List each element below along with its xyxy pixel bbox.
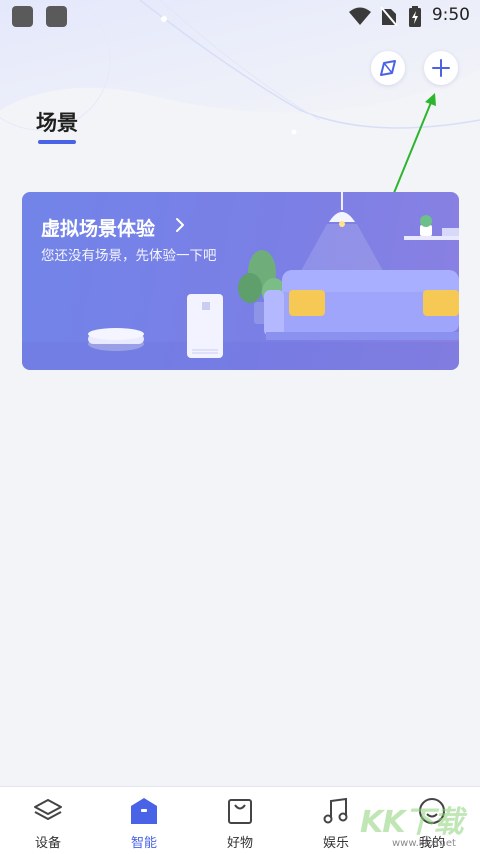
notification-icon <box>46 6 67 27</box>
smart-home-icon <box>131 798 157 824</box>
chevron-right-icon <box>176 218 184 232</box>
wifi-icon <box>349 7 371 25</box>
shopping-bag-icon <box>228 799 252 824</box>
nav-label: 智能 <box>130 836 157 851</box>
watermark-url: www.kkx.net <box>392 838 456 849</box>
add-scene-button[interactable] <box>424 51 458 85</box>
status-bar: 9:50 <box>0 0 480 34</box>
banner-subtitle: 您还没有场景，先体验一下吧 <box>41 248 217 264</box>
banner-title: 虚拟场景体验 <box>41 218 156 240</box>
virtual-scene-banner[interactable]: 虚拟场景体验 您还没有场景，先体验一下吧 <box>22 192 459 370</box>
compass-button[interactable] <box>371 51 405 85</box>
nav-label: 设备 <box>34 836 61 851</box>
plus-icon <box>432 59 450 77</box>
no-sim-icon <box>380 6 398 26</box>
layers-icon <box>34 799 62 820</box>
battery-charging-icon <box>409 6 421 27</box>
title-underline <box>38 140 76 144</box>
watermark-logo: KK下载 <box>360 805 463 840</box>
nav-item-devices[interactable]: 设备 <box>0 787 96 854</box>
page-title: 场景 <box>36 111 78 135</box>
notification-icon <box>12 6 33 27</box>
compass-icon <box>380 60 396 76</box>
nav-label: 好物 <box>226 836 253 851</box>
music-note-icon <box>323 797 348 824</box>
status-time: 9:50 <box>431 5 470 25</box>
nav-item-goods[interactable]: 好物 <box>192 787 288 854</box>
nav-item-smart[interactable]: 智能 <box>96 787 192 854</box>
